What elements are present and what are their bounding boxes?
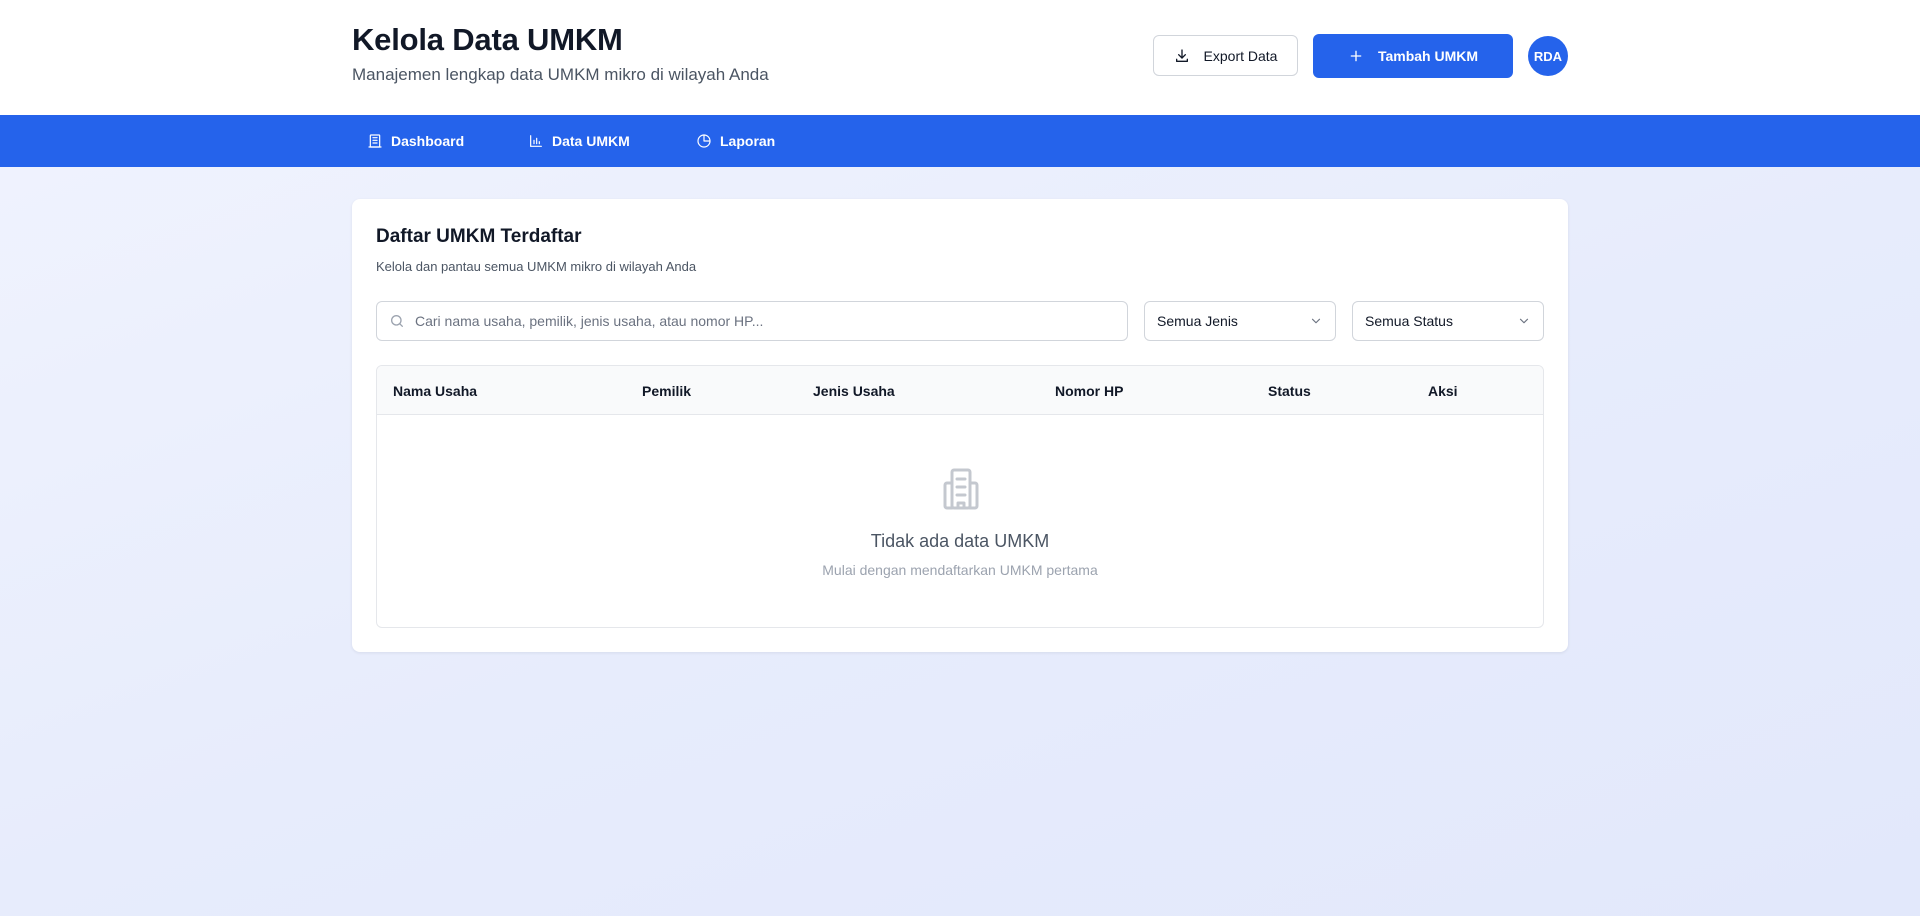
column-header-aksi: Aksi: [1428, 382, 1458, 399]
building-icon: [943, 468, 979, 510]
search-input[interactable]: [415, 306, 1105, 336]
card-title: Daftar UMKM Terdaftar: [376, 226, 582, 247]
nav-item-label: Laporan: [720, 133, 776, 149]
column-header-nomor-hp: Nomor HP: [1055, 382, 1124, 399]
nav-item-label: Data UMKM: [552, 133, 630, 149]
nav-item-data-umkm[interactable]: Data UMKM: [528, 115, 630, 167]
search-box: [376, 301, 1128, 341]
card-subtitle: Kelola dan pantau semua UMKM mikro di wi…: [376, 259, 697, 274]
nav-item-label: Dashboard: [391, 133, 465, 149]
chevron-down-icon: [1519, 318, 1529, 324]
empty-state-title: Tidak ada data UMKM: [870, 531, 1050, 551]
building-icon: [368, 134, 382, 148]
main-nav: Dashboard Data UMKM Laporan: [0, 115, 1920, 167]
app-header: Kelola Data UMKM Manajemen lengkap data …: [0, 0, 1920, 115]
umkm-list-card: Daftar UMKM Terdaftar Kelola dan pantau …: [352, 199, 1568, 652]
table-header: Nama Usaha Pemilik Jenis Usaha Nomor HP …: [377, 366, 1543, 415]
plus-icon: [1350, 50, 1362, 62]
filter-type-value: Semua Jenis: [1157, 313, 1238, 329]
column-header-nama-usaha: Nama Usaha: [393, 382, 478, 399]
pie-chart-icon: [697, 134, 711, 148]
empty-state: Tidak ada data UMKM Mulai dengan mendaft…: [377, 415, 1543, 627]
user-avatar[interactable]: RDA: [1528, 36, 1568, 76]
add-umkm-button[interactable]: Tambah UMKM: [1313, 34, 1513, 78]
nav-item-dashboard[interactable]: Dashboard: [367, 115, 464, 167]
filter-status-select[interactable]: Semua Status: [1352, 301, 1544, 341]
umkm-table: Nama Usaha Pemilik Jenis Usaha Nomor HP …: [376, 365, 1544, 628]
header-container: Kelola Data UMKM Manajemen lengkap data …: [352, 0, 1568, 115]
export-data-label: Export Data: [1203, 47, 1278, 64]
export-data-button[interactable]: Export Data: [1153, 35, 1298, 76]
chevron-down-icon: [1311, 318, 1321, 324]
empty-state-subtitle: Mulai dengan mendaftarkan UMKM pertama: [822, 562, 1098, 578]
add-umkm-label: Tambah UMKM: [1377, 48, 1479, 64]
page-subtitle: Manajemen lengkap data UMKM mikro di wil…: [352, 65, 769, 84]
column-header-pemilik: Pemilik: [642, 382, 692, 399]
filter-type-select[interactable]: Semua Jenis: [1144, 301, 1336, 341]
page-title: Kelola Data UMKM: [352, 22, 623, 57]
bar-chart-icon: [530, 135, 542, 147]
column-header-jenis-usaha: Jenis Usaha: [813, 382, 895, 399]
download-icon: [1175, 48, 1188, 62]
column-header-status: Status: [1268, 382, 1311, 399]
filter-status-value: Semua Status: [1365, 313, 1453, 329]
search-icon: [391, 315, 403, 327]
nav-item-laporan[interactable]: Laporan: [696, 115, 775, 167]
